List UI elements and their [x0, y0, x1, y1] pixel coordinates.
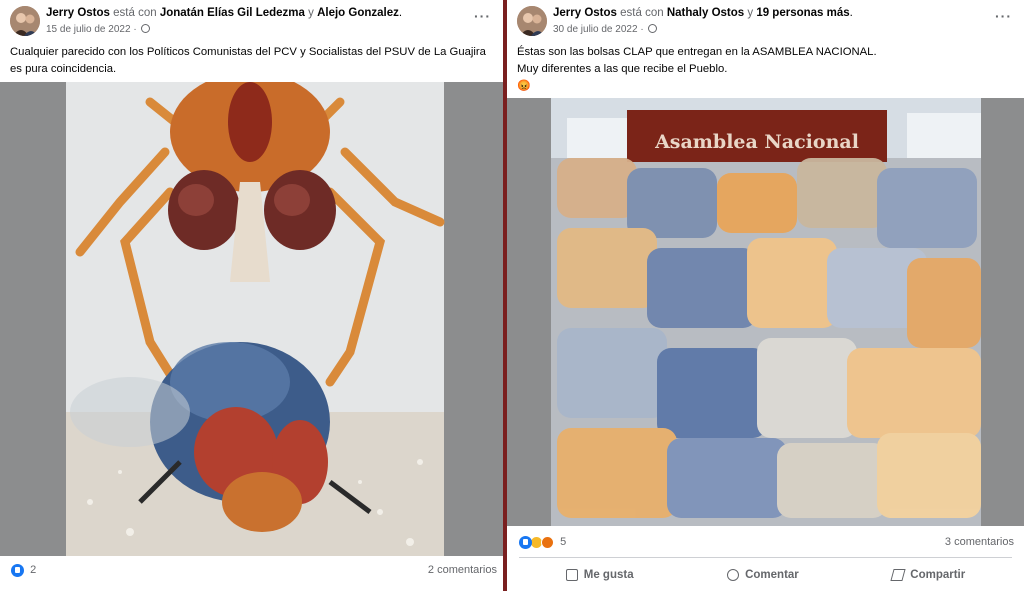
- avatar[interactable]: [10, 6, 40, 36]
- date-text[interactable]: 15 de julio de 2022: [46, 24, 131, 35]
- clap-bags-photo: Asamblea Nacional: [507, 98, 1024, 526]
- comments-count[interactable]: 2 comentarios: [428, 564, 497, 576]
- with-text: está con: [620, 7, 664, 19]
- post-text-line-1: Éstas son las bolsas CLAP que entregan e…: [517, 46, 877, 58]
- sign-text: Asamblea Nacional: [654, 131, 859, 153]
- reactions-count: 2: [30, 564, 37, 577]
- tagged-person-2[interactable]: Alejo Gonzalez: [317, 7, 399, 19]
- post-title-line: Jerry Ostos está con Nathaly Ostos y 19 …: [553, 7, 853, 19]
- post-date[interactable]: 15 de julio de 2022 ·: [46, 24, 151, 35]
- share-icon: [890, 569, 906, 581]
- reactions[interactable]: 5: [519, 536, 566, 549]
- avatar[interactable]: [517, 6, 547, 36]
- share-label: Compartir: [910, 569, 966, 581]
- globe-icon: [141, 24, 151, 33]
- post-image[interactable]: [0, 82, 503, 556]
- date-text[interactable]: 30 de julio de 2022: [553, 24, 638, 35]
- author-name[interactable]: Jerry Ostos: [553, 7, 617, 19]
- post-text-line-2: Muy diferentes a las que recibe el Puebl…: [517, 63, 728, 75]
- more-options-icon[interactable]: ···: [995, 9, 1012, 23]
- post-text: Éstas son las bolsas CLAP que entregan e…: [517, 44, 1012, 95]
- more-options-icon[interactable]: ···: [474, 9, 491, 23]
- reactions-count: 5: [560, 536, 567, 549]
- tagged-others[interactable]: 19 personas más: [756, 7, 849, 19]
- like-label: Me gusta: [583, 569, 634, 581]
- post-card-1: Jerry Ostos está con Jonatán Elías Gil L…: [0, 0, 503, 591]
- action-bar: Me gusta Comentar Compartir: [519, 557, 1012, 592]
- angry-reaction-icon: [541, 536, 554, 549]
- angry-emoji: 😡: [517, 80, 531, 92]
- date-separator: ·: [640, 24, 644, 35]
- period: .: [398, 7, 403, 19]
- post-text: Cualquier parecido con los Políticos Com…: [10, 46, 486, 75]
- tagged-person-1[interactable]: Nathaly Ostos: [667, 7, 744, 19]
- post-date[interactable]: 30 de julio de 2022 ·: [553, 24, 658, 35]
- post-card-2: Jerry Ostos está con Nathaly Ostos y 19 …: [507, 0, 1024, 591]
- reactions[interactable]: 2: [11, 564, 36, 577]
- period: .: [849, 7, 853, 19]
- author-name[interactable]: Jerry Ostos: [46, 7, 110, 19]
- like-button[interactable]: Me gusta: [565, 569, 634, 581]
- like-reaction-icon: [11, 564, 24, 577]
- fly-photo: [0, 82, 503, 556]
- and-text: y: [308, 7, 314, 19]
- post-header: Jerry Ostos está con Jonatán Elías Gil L…: [0, 0, 503, 40]
- thumbs-up-icon: [565, 569, 578, 581]
- with-text: está con: [113, 7, 157, 19]
- post-title-line: Jerry Ostos está con Jonatán Elías Gil L…: [46, 7, 402, 19]
- date-separator: ·: [133, 24, 137, 35]
- like-reaction-icon: [519, 536, 532, 549]
- post-header: Jerry Ostos está con Nathaly Ostos y 19 …: [507, 0, 1024, 40]
- globe-icon: [648, 24, 658, 33]
- comment-icon: [727, 569, 740, 581]
- comment-label: Comentar: [745, 569, 799, 581]
- and-text: y: [747, 7, 754, 19]
- tagged-person-1[interactable]: Jonatán Elías Gil Ledezma: [160, 7, 305, 19]
- post-footer: 2 2 comentarios: [0, 564, 503, 582]
- comment-button[interactable]: Comentar: [727, 569, 799, 581]
- comments-count[interactable]: 3 comentarios: [945, 536, 1014, 548]
- share-button[interactable]: Compartir: [890, 569, 966, 581]
- post-footer: 5 3 comentarios: [507, 536, 1024, 554]
- post-image[interactable]: Asamblea Nacional: [507, 98, 1024, 526]
